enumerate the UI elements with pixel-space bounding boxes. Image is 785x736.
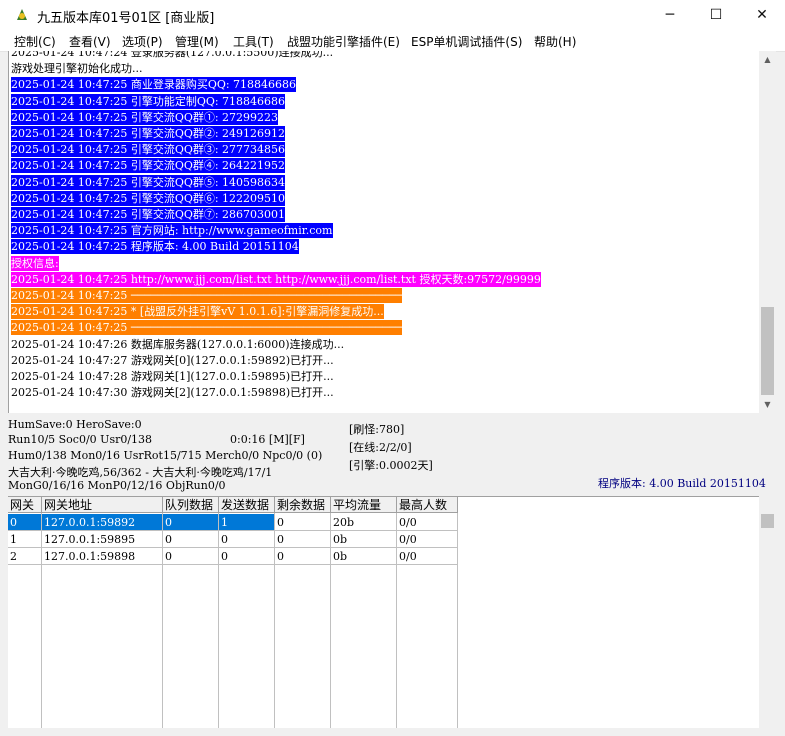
log-line: 2025-01-24 10:47:25 引擎交流QQ群①: 27299223 — [11, 109, 279, 125]
grid-header-traffic[interactable]: 平均流量 — [331, 497, 397, 513]
log-line: 2025-01-24 10:47:25 引擎交流QQ群③: 277734856 — [11, 142, 286, 158]
grid-header-max-users[interactable]: 最高人数 — [397, 497, 458, 513]
log-line: 2025-01-24 10:47:25 引擎交流QQ群⑦: 286703001 — [11, 207, 286, 222]
grid-cell-remain[interactable]: 0 — [275, 531, 331, 548]
grid-cell-gateway[interactable]: 0 — [8, 514, 42, 531]
status-version: 程序版本: 4.00 Build 20151104 — [598, 477, 766, 490]
log-view[interactable]: 2025-01-24 10:47:24 登录服务器(127.0.0.1:5500… — [8, 51, 760, 413]
status-map: 大吉大利·今晚吃鸡,56/362 - 大吉大利·今晚吃鸡/17/1 — [8, 466, 273, 479]
log-line: 2025-01-24 10:47:25 ────────────────────… — [11, 320, 403, 336]
log-line: 2025-01-24 10:47:25 商业登录器购买QQ: 718846686 — [11, 77, 297, 93]
log-line: 2025-01-24 10:47:25 ────────────────────… — [11, 288, 403, 303]
grid-cell-address[interactable]: 127.0.0.1:59892 — [42, 514, 163, 531]
grid-scroll-thumb[interactable] — [761, 514, 774, 528]
status-run: Run10/5 Soc0/0 Usr0/138 — [8, 433, 153, 446]
grid-cell-sent[interactable]: 0 — [219, 548, 275, 565]
log-line: 2025-01-24 10:47:30 游戏网关[2](127.0.0.1:59… — [11, 386, 334, 400]
grid-cell-max-users[interactable]: 0/0 — [397, 548, 458, 565]
log-line: 2025-01-24 10:47:25 官方网站: http://www.gam… — [11, 223, 333, 239]
log-line: 游戏处理引擎初始化成功... — [11, 62, 143, 76]
log-line: 2025-01-24 10:47:24 登录服务器(127.0.0.1:5500… — [11, 51, 334, 59]
grid-cell-queue[interactable]: 0 — [163, 548, 219, 565]
app-icon — [17, 9, 27, 20]
log-line: 2025-01-24 10:47:25 引擎功能定制QQ: 718846686 — [11, 93, 286, 109]
grid-header-gateway[interactable]: 网关 — [8, 497, 42, 513]
menu-help[interactable]: 帮助(H) — [534, 33, 576, 50]
menu-manage[interactable]: 管理(M) — [175, 33, 219, 50]
title-bar: 九五版本库01号01区 [商业版] ─ ☐ ✕ — [0, 0, 785, 30]
grid-cell-traffic[interactable]: 0b — [331, 531, 397, 548]
log-line: 2025-01-24 10:47:27 游戏网关[0](127.0.0.1:59… — [11, 353, 334, 367]
status-engine: [引擎:0.0002天] — [349, 459, 433, 472]
log-line: 2025-01-24 10:47:25 * [战盟反外挂引擎vV 1.0.1.6… — [11, 304, 384, 320]
log-line: 2025-01-24 10:47:25 引擎交流QQ群⑤: 140598634 — [11, 174, 286, 190]
grid-cell-max-users[interactable]: 0/0 — [397, 531, 458, 548]
grid-cell-sent[interactable]: 0 — [219, 531, 275, 548]
menu-tools[interactable]: 工具(T) — [233, 33, 274, 50]
grid-cell-queue[interactable]: 0 — [163, 531, 219, 548]
status-timer: 0:0:16 [M][F] — [230, 433, 305, 446]
grid-cell-traffic[interactable]: 0b — [331, 548, 397, 565]
scroll-down-icon[interactable]: ▼ — [759, 396, 776, 413]
log-line: 2025-01-24 10:47:25 引擎交流QQ群⑥: 122209510 — [11, 190, 286, 206]
log-line: 2025-01-24 10:47:25 程序版本: 4.00 Build 201… — [11, 239, 299, 255]
grid-header-address[interactable]: 网关地址 — [42, 497, 163, 513]
status-online: [在线:2/2/0] — [349, 441, 412, 454]
status-refresh: [刷怪:780] — [349, 423, 405, 436]
menu-view[interactable]: 查看(V) — [69, 33, 111, 50]
menu-engine-plugin[interactable]: 战盟功能引擎插件(E) — [287, 33, 400, 50]
gateway-grid[interactable]: 网关 网关地址 队列数据 发送数据 剩余数据 平均流量 最高人数 0 127.0.… — [8, 496, 759, 729]
grid-header-sent[interactable]: 发送数据 — [219, 497, 275, 513]
log-line: 2025-01-24 10:47:26 数据库服务器(127.0.0.1:600… — [11, 337, 345, 351]
log-scroll-thumb[interactable] — [761, 307, 774, 395]
menu-esp-plugin[interactable]: ESP单机调试插件(S) — [411, 33, 522, 50]
grid-scrollbar[interactable] — [759, 496, 776, 728]
grid-cell-remain[interactable]: 0 — [275, 514, 331, 531]
grid-cell-sent[interactable]: 1 — [219, 514, 275, 531]
grid-cell-address[interactable]: 127.0.0.1:59898 — [42, 548, 163, 565]
log-line: 2025-01-24 10:47:25 http://www.jjj.com/l… — [11, 271, 541, 287]
grid-cell-gateway[interactable]: 2 — [8, 548, 42, 565]
log-line: 2025-01-24 10:47:25 引擎交流QQ群②: 249126912 — [11, 126, 286, 141]
log-line: 授权信息: — [11, 255, 59, 271]
scroll-up-icon[interactable]: ▲ — [759, 51, 776, 68]
log-scrollbar[interactable]: ▲ ▼ — [759, 51, 776, 413]
grid-cell-max-users[interactable]: 0/0 — [397, 514, 458, 531]
menu-control[interactable]: 控制(C) — [14, 33, 56, 50]
grid-cell-gateway[interactable]: 1 — [8, 531, 42, 548]
menu-bar: 控制(C) 查看(V) 选项(P) 管理(M) 工具(T) 战盟功能引擎插件(E… — [0, 30, 785, 52]
status-hum: Hum0/138 Mon0/16 UsrRot15/715 Merch0/0 N… — [8, 449, 323, 462]
status-mon: MonG0/16/16 MonP0/12/16 ObjRun0/0 — [8, 479, 226, 492]
grid-cell-address[interactable]: 127.0.0.1:59895 — [42, 531, 163, 548]
grid-header-queue[interactable]: 队列数据 — [163, 497, 219, 513]
window-title: 九五版本库01号01区 [商业版] — [37, 11, 215, 26]
grid-cell-remain[interactable]: 0 — [275, 548, 331, 565]
log-line: 2025-01-24 10:47:25 引擎交流QQ群④: 264221952 — [11, 158, 286, 174]
maximize-button[interactable]: ☐ — [693, 0, 739, 30]
minimize-button[interactable]: ─ — [647, 0, 693, 30]
close-button[interactable]: ✕ — [739, 0, 785, 30]
grid-cell-queue[interactable]: 0 — [163, 514, 219, 531]
menu-options[interactable]: 选项(P) — [122, 33, 163, 50]
status-panel: HumSave:0 HeroSave:0 Run10/5 Soc0/0 Usr0… — [0, 414, 785, 494]
log-line: 2025-01-24 10:47:28 游戏网关[1](127.0.0.1:59… — [11, 370, 334, 383]
grid-bottom-edge — [8, 728, 759, 736]
status-save: HumSave:0 HeroSave:0 — [8, 418, 142, 431]
grid-cell-traffic[interactable]: 20b — [331, 514, 397, 531]
grid-header-remain[interactable]: 剩余数据 — [275, 497, 331, 513]
